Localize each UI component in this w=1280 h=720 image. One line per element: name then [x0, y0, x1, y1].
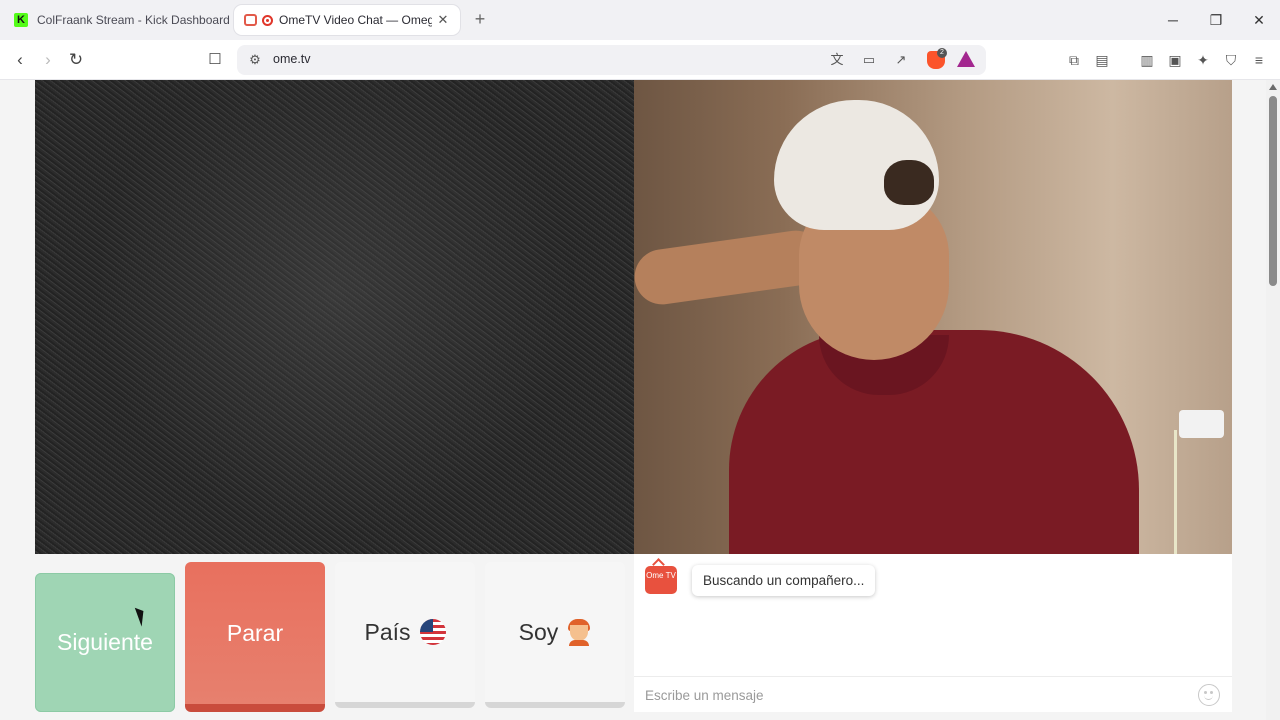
navigation-bar: ‹ › ↻ ☐ ⚙ ome.tv 文 ▭ ↗ 2 ⧉ ▤ ▥ ▣ ✦ ⛉ ≡ [0, 40, 1280, 80]
tab-title: OmeTV Video Chat — Omegl [279, 13, 432, 27]
gender-button[interactable]: Soy [485, 562, 625, 708]
extensions-icon[interactable]: ⧉ [1063, 49, 1085, 71]
close-window-button[interactable]: ✕ [1244, 9, 1274, 31]
cap-opening [884, 160, 934, 205]
recording-icon [262, 14, 273, 26]
next-button-label: Siguiente [57, 629, 153, 655]
bookmark-icon[interactable]: ☐ [203, 48, 227, 72]
country-button-label: País [364, 618, 411, 645]
new-tab-button[interactable]: + [470, 8, 490, 30]
vpn-shield-icon[interactable]: ⛉ [1220, 49, 1242, 71]
tab-ometv[interactable]: OmeTV Video Chat — Omegl ✕ [234, 5, 460, 35]
address-bar[interactable]: ⚙ ome.tv 文 ▭ ↗ 2 [237, 45, 986, 75]
scrollbar[interactable] [1266, 80, 1280, 720]
reading-list-icon[interactable]: ▤ [1091, 49, 1113, 71]
close-tab-icon[interactable]: ✕ [432, 12, 454, 28]
menu-icon[interactable]: ≡ [1248, 49, 1270, 71]
chat-status-message: Buscando un compañero... [692, 565, 876, 596]
translate-icon[interactable]: 文 [827, 51, 847, 69]
share-icon[interactable]: ↗ [891, 51, 911, 69]
forward-icon[interactable]: › [36, 48, 60, 72]
country-button[interactable]: País [335, 562, 475, 708]
url-text[interactable]: ome.tv [273, 52, 311, 66]
person-arm [634, 227, 827, 308]
self-camera-video [634, 80, 1232, 554]
shields-count-badge: 2 [937, 48, 947, 58]
tab-kick-dashboard[interactable]: K ColFraank Stream - Kick Dashboard [6, 5, 232, 35]
scroll-up-arrow-icon[interactable] [1269, 84, 1277, 90]
gender-button-label: Soy [518, 618, 559, 645]
scroll-thumb[interactable] [1269, 96, 1277, 286]
cast-icon[interactable]: ▭ [859, 51, 879, 69]
emoji-icon[interactable] [1198, 684, 1220, 706]
stranger-video-static [35, 80, 634, 554]
back-icon[interactable]: ‹ [8, 48, 32, 72]
leo-ai-icon[interactable]: ✦ [1192, 49, 1214, 71]
tab-title: ColFraank Stream - Kick Dashboard [37, 13, 230, 27]
page-content: Siguiente Parar País Soy Ome TV Buscando… [0, 80, 1280, 720]
restore-button[interactable]: ❐ [1201, 9, 1231, 31]
site-settings-icon[interactable]: ⚙ [245, 51, 265, 69]
minimize-button[interactable]: ─ [1158, 9, 1188, 31]
cable [1174, 430, 1177, 554]
boy-avatar-icon [567, 619, 591, 646]
wallet-icon[interactable]: ▣ [1164, 49, 1186, 71]
ometv-logo-icon: Ome TV [645, 566, 677, 594]
kick-icon: K [14, 13, 28, 27]
stop-button[interactable]: Parar [185, 562, 325, 712]
message-input[interactable] [645, 684, 1185, 706]
brave-rewards-icon[interactable] [957, 51, 975, 67]
stop-button-label: Parar [226, 619, 284, 646]
wall-plug [1179, 410, 1224, 438]
chat-panel: Ome TV Buscando un compañero... [634, 554, 1232, 712]
next-button[interactable]: Siguiente [35, 573, 175, 712]
us-flag-icon [419, 619, 446, 645]
sidebar-icon[interactable]: ▥ [1136, 49, 1158, 71]
tab-strip: K ColFraank Stream - Kick Dashboard OmeT… [0, 0, 1280, 40]
reload-icon[interactable]: ↻ [64, 48, 88, 72]
ometv-icon [244, 14, 257, 26]
divider [634, 676, 1232, 677]
